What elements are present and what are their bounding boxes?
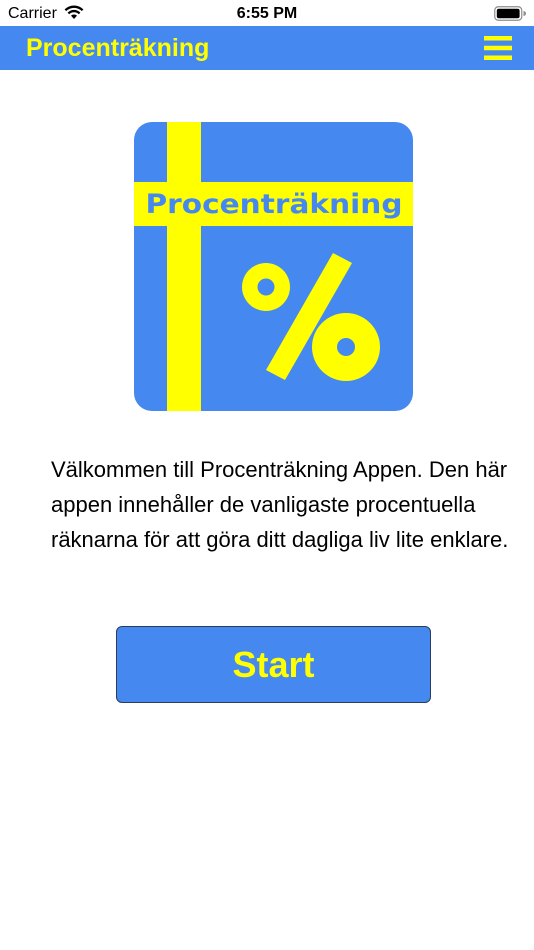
welcome-text: Välkommen till Procenträkning Appen. Den… <box>51 457 509 552</box>
hamburger-menu-icon[interactable] <box>484 36 512 60</box>
start-button[interactable]: Start <box>116 626 431 703</box>
nav-bar: Procenträkning <box>0 26 534 70</box>
page-title: Procenträkning <box>26 34 210 62</box>
status-bar: Carrier 6:55 PM <box>0 0 534 28</box>
app-logo: Procenträkning <box>134 122 413 411</box>
clock: 6:55 PM <box>236 5 298 22</box>
battery-icon <box>494 6 526 21</box>
logo-text: Procenträkning <box>146 189 403 220</box>
